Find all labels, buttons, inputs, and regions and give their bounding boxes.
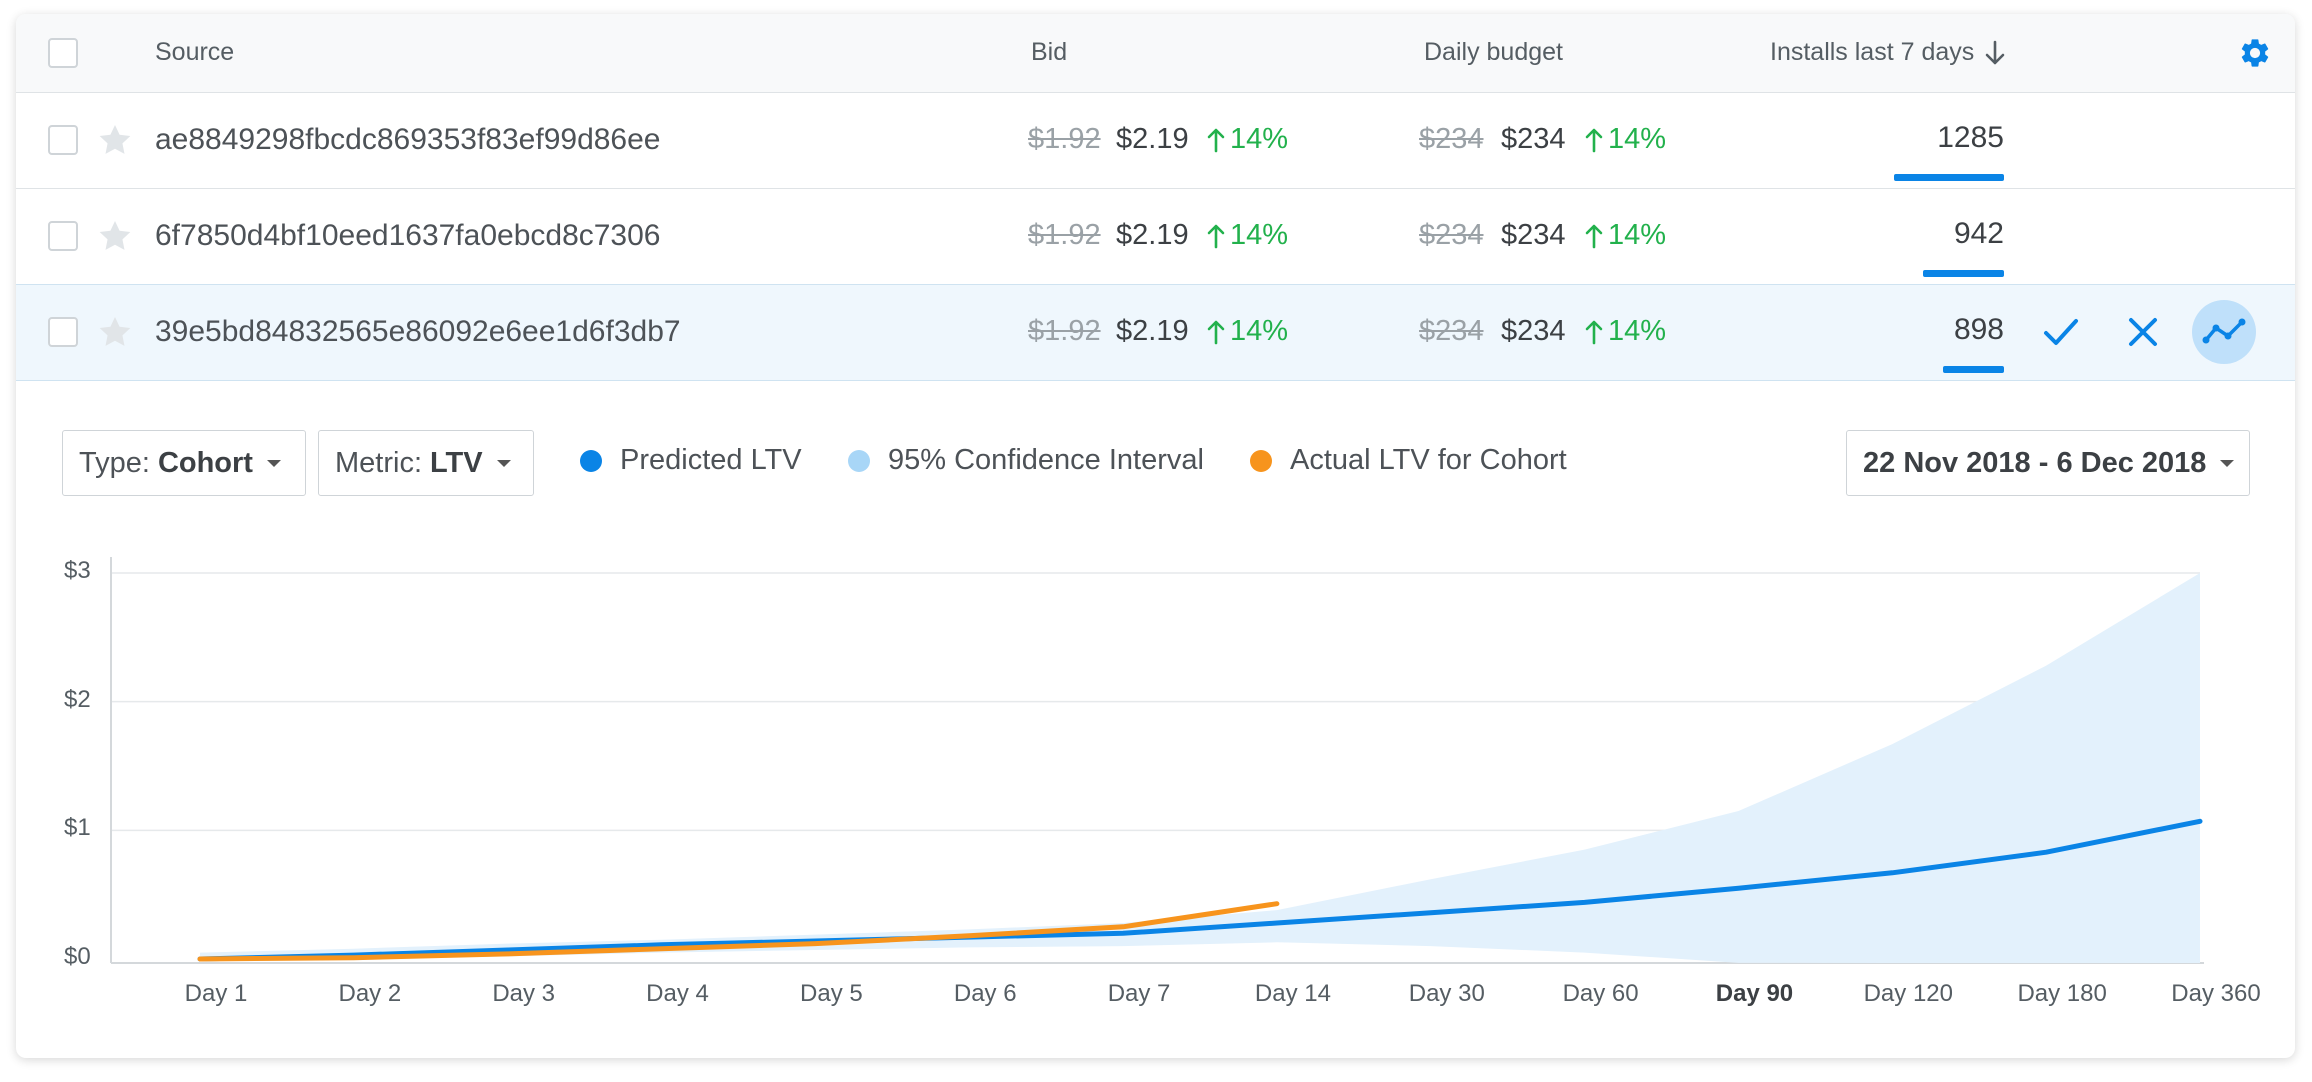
x-tick-label: Day 90 — [1715, 980, 1794, 1007]
x-tick-label: Day 1 — [184, 980, 248, 1007]
x-tick-label: Day 60 — [1562, 980, 1639, 1007]
ltv-chart — [110, 557, 2204, 964]
confidence-interval-band — [200, 573, 2200, 963]
x-tick-label: Day 3 — [492, 980, 556, 1007]
x-tick-label: Day 180 — [2017, 980, 2107, 1007]
x-tick-label: Day 4 — [646, 980, 709, 1007]
x-tick-label: Day 7 — [1107, 980, 1171, 1007]
x-tick-label: Day 360 — [2171, 980, 2261, 1007]
x-tick-label: Day 120 — [1863, 980, 1953, 1007]
campaign-card: Source Bid Daily budget Installs last 7 … — [16, 14, 2295, 1058]
x-tick-label: Day 14 — [1254, 980, 1331, 1007]
x-tick-label: Day 2 — [338, 980, 402, 1007]
x-tick-label: Day 6 — [953, 980, 1017, 1007]
x-tick-label: Day 5 — [800, 980, 863, 1007]
x-tick-label: Day 30 — [1408, 980, 1485, 1007]
